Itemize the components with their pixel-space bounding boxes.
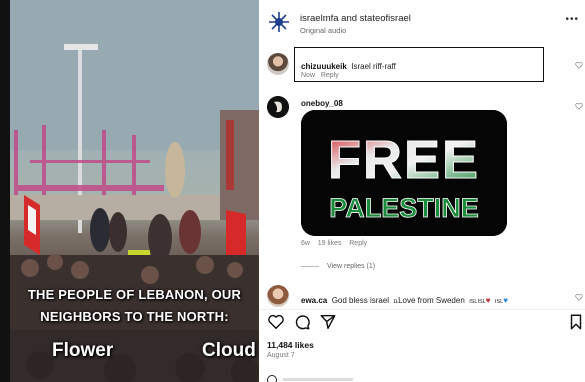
avatar[interactable] bbox=[267, 96, 289, 118]
view-replies-label[interactable]: View replies (1) bbox=[327, 263, 375, 270]
reply-link[interactable]: Reply bbox=[321, 72, 339, 79]
comment-text: Israel riff-raff bbox=[351, 62, 396, 71]
image-word-free: FREE bbox=[328, 130, 480, 190]
emoji-flag-text: ISLISL bbox=[469, 299, 486, 305]
comment-text: Love from Sweden bbox=[398, 296, 465, 305]
crowd-scene bbox=[10, 0, 259, 382]
comment-item: chizuuukeik Israel riff-raff Now Reply bbox=[267, 53, 585, 83]
comment-meta: 6w 19 likes Reply bbox=[301, 240, 367, 247]
add-comment-row[interactable] bbox=[267, 372, 367, 382]
comment-icon[interactable] bbox=[293, 313, 311, 331]
view-replies-link[interactable]: View replies (1) bbox=[301, 263, 375, 270]
post-date: August 7 bbox=[267, 352, 295, 359]
comment-text: God bless israel bbox=[331, 296, 390, 305]
post-header: israelmfa and stateofisrael Original aud… bbox=[267, 8, 585, 40]
replies-divider bbox=[301, 265, 319, 267]
share-icon[interactable] bbox=[319, 313, 337, 331]
comment-age: 6w bbox=[301, 240, 310, 247]
post-authors[interactable]: israelmfa and stateofisrael bbox=[300, 13, 411, 24]
image-word-palestine: PALESTINE bbox=[329, 193, 479, 223]
comment-likes[interactable]: 19 likes bbox=[318, 240, 342, 247]
more-icon[interactable]: ••• bbox=[565, 14, 579, 25]
free-palestine-graphic: FREE PALESTINE bbox=[301, 110, 507, 236]
avatar-graphic bbox=[267, 96, 289, 118]
bookmark-icon[interactable] bbox=[567, 313, 585, 331]
action-bar bbox=[267, 313, 585, 333]
video-word-right: Cloud bbox=[202, 340, 256, 361]
reply-link[interactable]: Reply bbox=[349, 240, 367, 247]
like-heart-icon[interactable] bbox=[575, 61, 583, 69]
comment-line: ewa.ca God bless israel ɪʟLove from Swed… bbox=[301, 290, 508, 308]
video-caption-line2: NEIGHBORS TO THE NORTH: bbox=[40, 309, 229, 324]
likes-count[interactable]: 11,484 likes bbox=[267, 340, 314, 350]
like-heart-icon[interactable] bbox=[575, 293, 583, 301]
video-word-left: Flower bbox=[52, 340, 114, 361]
comment-time: Now bbox=[301, 72, 316, 79]
video-player[interactable]: THE PEOPLE OF LEBANON, OUR NEIGHBORS TO … bbox=[0, 0, 259, 382]
comment-username[interactable]: chizuuukeik bbox=[301, 62, 347, 71]
audio-label[interactable]: Original audio bbox=[300, 26, 346, 35]
like-icon[interactable] bbox=[267, 313, 285, 331]
red-heart-icon: ♥ bbox=[485, 296, 491, 305]
divider bbox=[259, 309, 585, 310]
comment-item: oneboy_08 FREE PALESTINE 6w 19 likes Rep… bbox=[267, 96, 585, 276]
avatar[interactable] bbox=[267, 285, 289, 307]
comment-username[interactable]: ewa.ca bbox=[301, 296, 327, 305]
like-heart-icon[interactable] bbox=[575, 102, 583, 110]
blue-heart-icon: ♥ bbox=[503, 296, 508, 305]
israel-mfa-logo-icon[interactable] bbox=[267, 10, 291, 34]
comment-meta: Now Reply bbox=[301, 72, 339, 79]
video-caption-line1: THE PEOPLE OF LEBANON, OUR bbox=[27, 287, 242, 302]
avatar[interactable] bbox=[267, 53, 289, 75]
comments-panel: israelmfa and stateofisrael Original aud… bbox=[259, 0, 585, 382]
comment-item: ewa.ca God bless israel ɪʟLove from Swed… bbox=[267, 285, 585, 307]
emoji-flag-text: ISL bbox=[494, 299, 504, 305]
comment-username[interactable]: oneboy_08 bbox=[301, 99, 343, 108]
free-palestine-image[interactable]: FREE PALESTINE bbox=[301, 110, 507, 236]
